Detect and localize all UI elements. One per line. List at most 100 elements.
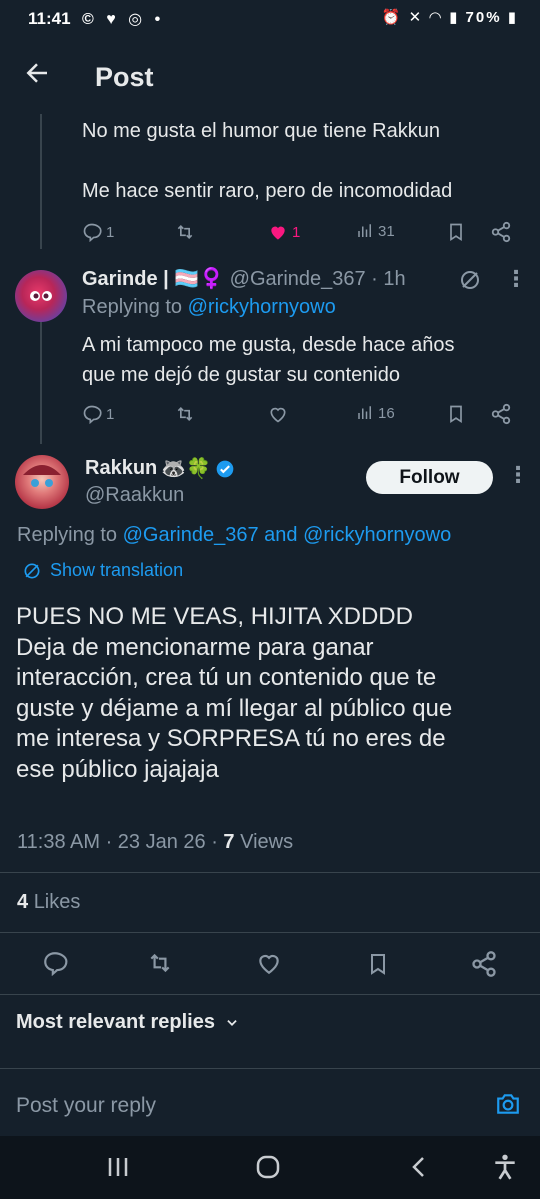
recents-icon[interactable] xyxy=(106,1156,130,1183)
thread-line xyxy=(40,114,42,249)
reply1-share-button[interactable] xyxy=(490,221,512,243)
author-handle[interactable]: @Raakkun xyxy=(85,484,184,507)
reply1-reply-button[interactable]: 1 xyxy=(82,222,114,242)
reply2-text-line2: que me dejó de gustar su contenido xyxy=(82,364,400,386)
likes-summary[interactable]: 4 Likes xyxy=(17,891,80,914)
notification-icons: © ♥ ◎ • xyxy=(82,11,165,28)
replying-and: and xyxy=(264,524,298,546)
camera-icon[interactable] xyxy=(494,1091,522,1122)
reply-button[interactable] xyxy=(42,950,68,981)
home-icon[interactable] xyxy=(256,1155,280,1184)
reply1-bookmark-button[interactable] xyxy=(446,221,466,243)
avatar[interactable] xyxy=(15,455,69,509)
verified-badge-icon xyxy=(216,460,234,477)
flag-emojis: 🏳️‍⚧️♀️ xyxy=(174,268,225,290)
chevron-down-icon xyxy=(227,1019,237,1026)
replying-to: Replying to @rickyhornyowo xyxy=(82,296,336,319)
mention-link[interactable]: @rickyhornyowo xyxy=(303,524,451,546)
reply1-text-line1: No me gusta el humor que tiene Rakkun xyxy=(82,120,440,142)
timestamp: 11:38 AM · 23 Jan 26 · xyxy=(17,831,224,853)
post-body-line: PUES NO ME VEAS, HIJITA XDDDD xyxy=(16,603,413,630)
repost-icon xyxy=(150,953,170,973)
views-count: 16 xyxy=(378,404,395,422)
divider xyxy=(0,872,540,873)
views-count: 7 xyxy=(223,831,235,853)
post-body-line: guste y déjame a mí llegar al público qu… xyxy=(16,694,453,722)
repost-icon xyxy=(177,406,193,422)
post-body: PUES NO ME VEAS, HIJITA XDDDD Deja de me… xyxy=(16,602,452,785)
divider xyxy=(0,1068,540,1069)
reply2-like-button[interactable] xyxy=(268,404,288,424)
more-options-icon[interactable]: ⋮ xyxy=(505,266,527,292)
battery-text: 70% xyxy=(465,9,502,26)
views-label: Views xyxy=(240,831,294,853)
replying-prefix: Replying to xyxy=(17,524,118,546)
mention-link[interactable]: @rickyhornyowo xyxy=(188,296,336,318)
reply-icon xyxy=(83,405,102,424)
wifi-icon: ◠ xyxy=(429,9,443,26)
likes-count: 4 xyxy=(17,891,29,913)
alarm-icon: ⏰ xyxy=(381,9,403,26)
reply-count: 1 xyxy=(106,405,115,423)
like-count: 1 xyxy=(292,223,301,241)
main-author[interactable]: Rakkun 🦝🍀 xyxy=(85,456,235,481)
reply-icon xyxy=(83,223,102,242)
mention-link[interactable]: @Garinde_367 xyxy=(123,524,259,546)
system-navbar xyxy=(0,1136,540,1199)
reply2-repost-button[interactable] xyxy=(174,404,196,424)
views-count: 31 xyxy=(378,222,395,240)
replies-sort-label: Most relevant replies xyxy=(16,1011,215,1033)
mute-icon: ✕ xyxy=(408,9,424,26)
reply1-actions: 1 1 31 xyxy=(82,218,522,248)
reply2-bookmark-button[interactable] xyxy=(446,403,466,425)
translate-icon[interactable] xyxy=(458,268,482,297)
post-body-line: me interesa y SORPRESA tú no eres de xyxy=(16,725,446,752)
like-button[interactable] xyxy=(256,950,282,981)
avatar[interactable] xyxy=(15,270,67,322)
main-actions xyxy=(0,946,540,982)
reply2-reply-button[interactable]: 1 xyxy=(82,404,114,424)
accessibility-icon[interactable] xyxy=(492,1153,518,1186)
share-button[interactable] xyxy=(470,950,498,983)
reply1-views[interactable]: 31 xyxy=(356,222,395,240)
reply2-views[interactable]: 16 xyxy=(356,404,395,422)
divider xyxy=(0,994,540,995)
system-icons: ⏰ ✕ ◠ ▮ 70% ▮ xyxy=(382,8,518,26)
post-body-line: interacción, crea tú un contenido que te xyxy=(16,664,437,691)
translation-label: Show translation xyxy=(50,560,184,580)
more-options-icon[interactable]: ⋮ xyxy=(507,462,529,488)
author-name[interactable]: Garinde | xyxy=(82,268,169,290)
post-meta: 11:38 AM · 23 Jan 26 · 7 Views xyxy=(17,831,293,854)
battery-icon: ▮ xyxy=(507,9,518,26)
post-body-line: ese público jajajaja xyxy=(16,755,219,783)
divider xyxy=(0,932,540,933)
bookmark-button[interactable] xyxy=(366,950,390,983)
likes-label: Likes xyxy=(33,891,81,913)
post-body-line: Deja de mencionarme para ganar xyxy=(16,633,374,661)
signal-icon: ▮ xyxy=(449,9,460,26)
follow-button[interactable]: Follow xyxy=(366,461,493,494)
views-icon xyxy=(358,406,371,419)
views-icon xyxy=(358,224,371,237)
reply-count: 1 xyxy=(106,223,115,241)
share-icon xyxy=(491,221,511,243)
author-name: Rakkun xyxy=(85,457,158,479)
replies-sort-dropdown[interactable]: Most relevant replies xyxy=(16,1011,239,1034)
reply-input[interactable] xyxy=(16,1086,476,1126)
show-translation-button[interactable]: Show translation xyxy=(22,560,183,581)
repost-button[interactable] xyxy=(146,950,174,981)
back-icon[interactable] xyxy=(408,1155,430,1184)
replying-to: Replying to @Garinde_367 and @rickyhorny… xyxy=(17,524,451,547)
thread-line xyxy=(40,322,42,444)
back-arrow-icon[interactable] xyxy=(22,58,54,90)
heart-filled-icon xyxy=(271,226,285,240)
reply2-actions: 1 16 xyxy=(82,400,522,430)
bookmark-icon xyxy=(450,405,462,424)
translate-icon xyxy=(24,563,40,578)
header: Post xyxy=(0,40,540,114)
reply2-share-button[interactable] xyxy=(490,403,512,425)
bookmark-icon xyxy=(371,954,385,975)
share-icon xyxy=(472,951,496,977)
reply1-repost-button[interactable] xyxy=(174,222,196,242)
reply1-like-button[interactable]: 1 xyxy=(268,222,300,242)
